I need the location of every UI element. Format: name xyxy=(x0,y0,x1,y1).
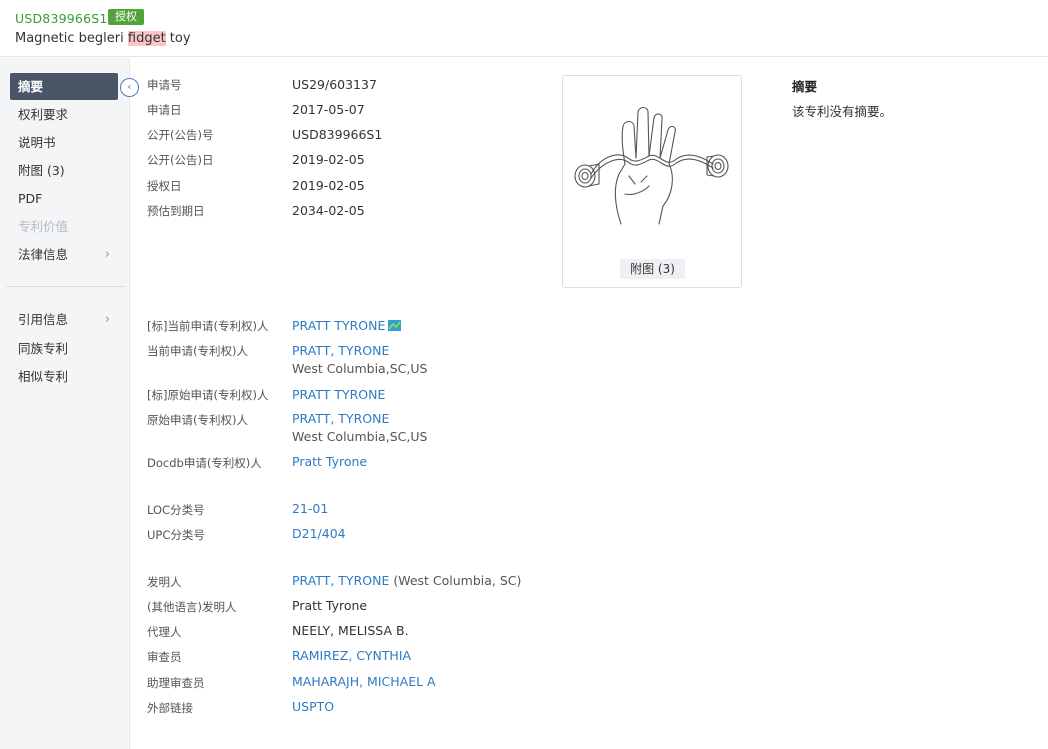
map-icon[interactable] xyxy=(388,320,402,331)
figure-drawing xyxy=(574,106,729,225)
current-assignee-address: West Columbia,SC,US xyxy=(292,361,428,376)
sidebar-item-family[interactable]: 同族专利 xyxy=(10,335,118,362)
field-label: 预估到期日 xyxy=(147,204,205,218)
chevron-right-icon: › xyxy=(104,247,110,262)
inventor-link[interactable]: PRATT, TYRONE xyxy=(292,573,389,588)
field-label: 公开(公告)日 xyxy=(147,153,214,167)
field-label: 外部链接 xyxy=(147,701,193,715)
sidebar-item-drawings[interactable]: 附图 (3) xyxy=(10,157,118,184)
sidebar-item-similar[interactable]: 相似专利 xyxy=(10,363,118,390)
field-label: 代理人 xyxy=(147,625,182,639)
application-number: US29/603137 xyxy=(292,77,377,92)
sidebar-item-legal-label: 法律信息 xyxy=(18,247,69,262)
inventor-location: (West Columbia, SC) xyxy=(389,573,522,588)
upc-class[interactable]: D21/404 xyxy=(292,526,346,541)
external-link-uspto[interactable]: USPTO xyxy=(292,699,334,714)
field-label: 助理审查员 xyxy=(147,676,205,690)
current-assignee[interactable]: PRATT, TYRONE xyxy=(292,343,389,358)
publication-number-value: USD839966S1 xyxy=(292,127,383,142)
title-text-post: toy xyxy=(165,31,191,46)
status-badge: 授权 xyxy=(108,9,144,25)
patent-title: Magnetic begleri fidget toy xyxy=(15,31,191,46)
assistant-examiner[interactable]: MAHARAJH, MICHAEL A xyxy=(292,674,436,689)
field-label: UPC分类号 xyxy=(147,528,205,542)
title-text-pre: Magnetic begleri xyxy=(15,31,128,46)
publication-date: 2019-02-05 xyxy=(292,152,365,167)
patent-header: USD839966S1 授权 Magnetic begleri fidget t… xyxy=(0,0,1048,57)
sidebar-item-patent-value: 专利价值 xyxy=(18,219,69,234)
field-label: 申请日 xyxy=(147,103,182,117)
grant-date: 2019-02-05 xyxy=(292,178,365,193)
field-label: [标]当前申请(专利权)人 xyxy=(147,319,269,333)
sidebar-divider xyxy=(6,286,126,287)
original-assignee-address: West Columbia,SC,US xyxy=(292,429,428,444)
field-label: Docdb申请(专利权)人 xyxy=(147,456,262,470)
loc-class[interactable]: 21-01 xyxy=(292,501,328,516)
sidebar-item-pdf[interactable]: PDF xyxy=(10,185,118,212)
sidebar-item-citations-label: 引用信息 xyxy=(18,312,69,327)
field-label: (其他语言)发明人 xyxy=(147,600,237,614)
sidebar-item-description[interactable]: 说明书 xyxy=(10,129,118,156)
agent: NEELY, MELISSA B. xyxy=(292,623,409,638)
examiner[interactable]: RAMIREZ, CYNTHIA xyxy=(292,648,411,663)
docdb-assignee[interactable]: Pratt Tyrone xyxy=(292,454,367,469)
chevron-right-icon: › xyxy=(104,312,110,327)
sidebar-item-claims[interactable]: 权利要求 xyxy=(10,101,118,128)
sidebar-item-abstract[interactable]: 摘要 xyxy=(10,73,118,100)
field-label: 授权日 xyxy=(147,179,182,193)
field-label: 申请号 xyxy=(147,78,182,92)
field-label: 公开(公告)号 xyxy=(147,128,214,142)
field-label: [标]原始申请(专利权)人 xyxy=(147,388,269,402)
field-label: 当前申请(专利权)人 xyxy=(147,344,248,358)
sidebar: 摘要 权利要求 说明书 附图 (3) PDF 专利价值 法律信息 › 引用信息 … xyxy=(0,58,130,749)
publication-number[interactable]: USD839966S1 xyxy=(15,11,108,26)
sidebar-item-legal[interactable]: 法律信息 › xyxy=(10,241,118,268)
field-label: LOC分类号 xyxy=(147,503,205,517)
expiry-date: 2034-02-05 xyxy=(292,203,365,218)
figure-thumbnail[interactable]: 附图 (3) xyxy=(562,75,742,288)
abstract-text: 该专利没有摘要。 xyxy=(792,104,893,119)
current-assignee-std-name: PRATT TYRONE xyxy=(292,318,386,333)
original-assignee[interactable]: PRATT, TYRONE xyxy=(292,411,389,426)
inventor-other-lang: Pratt Tyrone xyxy=(292,598,368,613)
title-highlight: fidget xyxy=(127,31,166,46)
sidebar-item-citations[interactable]: 引用信息 › xyxy=(10,306,118,333)
figure-count-label[interactable]: 附图 (3) xyxy=(620,259,685,279)
current-assignee-std[interactable]: PRATT TYRONE xyxy=(292,318,402,333)
field-label: 原始申请(专利权)人 xyxy=(147,413,248,427)
inventor: PRATT, TYRONE (West Columbia, SC) xyxy=(292,573,521,588)
application-date: 2017-05-07 xyxy=(292,102,365,117)
abstract-heading: 摘要 xyxy=(792,79,818,94)
field-label: 审查员 xyxy=(147,650,182,664)
field-label: 发明人 xyxy=(147,575,182,589)
original-assignee-std[interactable]: PRATT TYRONE xyxy=(292,387,385,402)
chevron-left-icon[interactable]: ‹ xyxy=(120,78,139,97)
